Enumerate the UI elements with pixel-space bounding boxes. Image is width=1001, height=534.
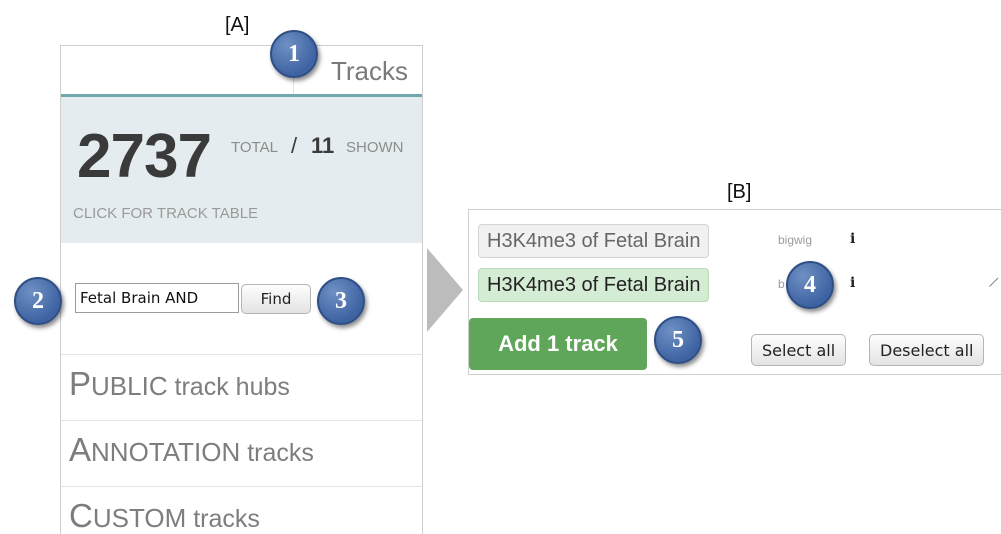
track-result-item-selected[interactable]: H3K4me3 of Fetal Brain [478,268,710,302]
section-caps: UBLIC [91,371,168,401]
resize-handle-icon[interactable] [989,277,1001,296]
select-all-button[interactable]: Select all [751,334,847,366]
info-icon[interactable]: i [850,231,855,247]
custom-tracks-link[interactable]: CUSTOM tracks [69,497,260,534]
section-suffix: tracks [240,439,314,467]
callout-badge-4: 4 [786,261,834,309]
tab-bar: Tracks [61,46,422,97]
section-initial: C [69,497,93,534]
info-icon[interactable]: i [850,275,855,291]
total-track-count: 2737 [77,122,212,191]
divider [61,354,422,355]
divider [61,486,422,487]
tab-other[interactable] [61,46,291,94]
track-search-input[interactable] [75,283,239,313]
shown-label: SHOWN [346,139,404,156]
shown-track-count: 11 [311,133,335,158]
count-separator: / [291,133,298,158]
track-stats-box[interactable]: 2737 TOTAL / 11 SHOWN CLICK FOR TRACK TA… [61,97,422,243]
track-type-label: bigwig [778,233,813,247]
callout-badge-2: 2 [14,277,62,325]
section-suffix: tracks [186,505,260,533]
annotation-tracks-link[interactable]: ANNOTATION tracks [69,431,314,469]
public-track-hubs-link[interactable]: PUBLIC track hubs [69,365,290,403]
section-caps: NNOTATION [91,437,241,467]
track-table-link[interactable]: CLICK FOR TRACK TABLE [73,205,258,222]
callout-badge-5: 5 [654,316,702,364]
panel-b-tag: [B] [727,181,752,203]
callout-badge-1: 1 [270,30,318,78]
panel-a-tag: [A] [225,14,250,36]
arrow-right-icon [427,248,463,332]
search-results-panel: H3K4me3 of Fetal Brain bigwig i H3K4me3 … [468,209,1001,375]
section-initial: P [69,365,92,402]
total-label: TOTAL [231,139,278,156]
section-suffix: track hubs [167,373,290,401]
section-caps: USTOM [92,503,187,533]
deselect-all-button[interactable]: Deselect all [869,334,985,366]
divider [61,420,422,421]
add-tracks-button[interactable]: Add 1 track [469,318,647,370]
track-browser-panel: Tracks 2737 TOTAL / 11 SHOWN CLICK FOR T… [60,45,423,534]
track-type-label: b [778,277,785,291]
track-result-item[interactable]: H3K4me3 of Fetal Brain [478,224,710,258]
callout-badge-3: 3 [317,277,365,325]
find-button[interactable]: Find [241,284,311,314]
section-initial: A [69,431,92,468]
